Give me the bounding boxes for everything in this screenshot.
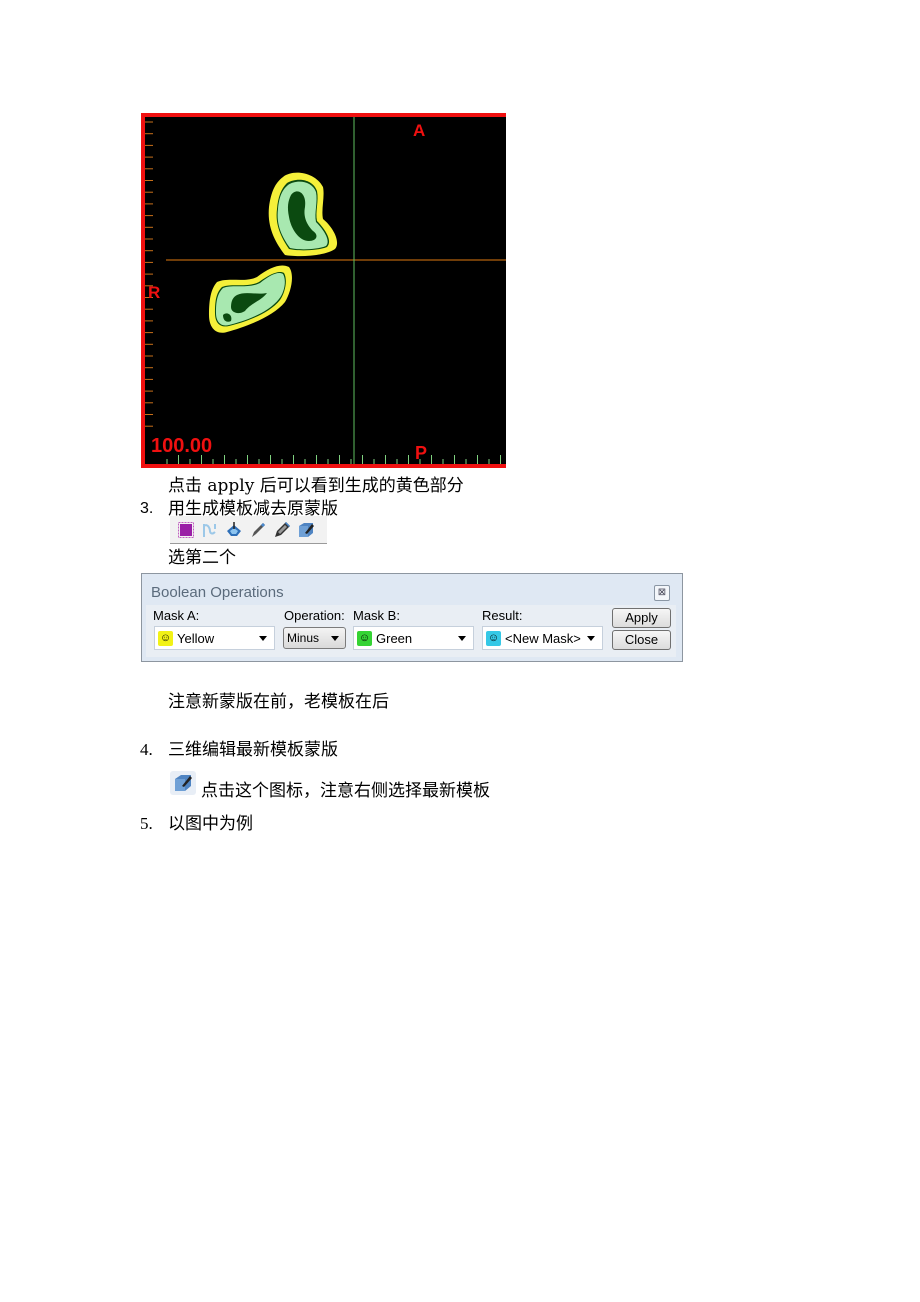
mask-face-icon: ☺ <box>357 630 372 646</box>
caption-after-apply: 点击 apply 后可以看到生成的黄色部分 <box>168 476 464 496</box>
mask-b-value: Green <box>376 630 413 646</box>
mask-a-value: Yellow <box>177 630 215 646</box>
3d-edit-icon[interactable] <box>296 520 316 540</box>
close-button[interactable]: Close <box>612 630 671 650</box>
mask-square-icon[interactable] <box>176 520 196 540</box>
step-4-number: 4. <box>140 740 153 759</box>
pencil-icon[interactable] <box>248 520 268 540</box>
3d-edit-icon <box>170 771 196 795</box>
bottom-ruler <box>166 455 501 464</box>
split-mask-icon[interactable] <box>200 520 220 540</box>
mask-region-upper <box>268 172 338 257</box>
choose-second-text: 选第二个 <box>168 548 236 568</box>
mask-viewer-image: A R P 100.00 <box>141 113 506 468</box>
orientation-label-anterior: A <box>413 121 426 140</box>
mask-region-lower <box>209 265 292 333</box>
orientation-label-right: R <box>148 283 161 302</box>
viewer-frame-bottom <box>145 464 506 468</box>
dialog-close-icon[interactable]: ⊠ <box>654 585 670 601</box>
mask-a-select[interactable]: ☺ Yellow <box>154 626 275 650</box>
chevron-down-icon <box>331 636 339 641</box>
scale-readout: 100.00 <box>151 435 213 457</box>
boolean-operations-dialog: Boolean Operations ⊠ Mask A: ☺ Yellow Op… <box>141 573 683 662</box>
operation-label: Operation: <box>284 608 345 623</box>
operation-value: Minus <box>287 631 320 645</box>
mask-toolbar <box>170 516 327 544</box>
orientation-label-posterior: P <box>415 443 428 463</box>
mask-b-select[interactable]: ☺ Green <box>353 626 474 650</box>
icon-instruction: 点击这个图标，注意右侧选择最新模板 <box>201 781 490 801</box>
step-5-title: 以图中为例 <box>168 814 253 834</box>
apply-button[interactable]: Apply <box>612 608 671 628</box>
dialog-body: Mask A: ☺ Yellow Operation: Minus Mask B… <box>146 605 676 657</box>
result-label: Result: <box>482 608 523 623</box>
result-select[interactable]: ☺ <New Mask> <box>482 626 603 650</box>
left-ruler <box>145 121 153 427</box>
chevron-down-icon <box>587 636 595 641</box>
chevron-down-icon <box>259 636 267 641</box>
thick-pencil-icon[interactable] <box>272 520 292 540</box>
chevron-down-icon <box>458 636 466 641</box>
operation-select[interactable]: Minus <box>283 627 346 649</box>
result-value: <New Mask> <box>505 630 581 646</box>
mask-b-label: Mask B: <box>353 608 400 623</box>
step-5-number: 5. <box>140 814 153 833</box>
note-mask-order: 注意新蒙版在前，老模板在后 <box>168 692 389 712</box>
mask-face-icon: ☺ <box>158 630 173 646</box>
dialog-title: Boolean Operations <box>151 584 284 601</box>
fill-bucket-icon[interactable] <box>224 520 244 540</box>
mask-face-icon: ☺ <box>486 630 501 646</box>
viewer-canvas <box>145 117 506 468</box>
step-4-title: 三维编辑最新模板蒙版 <box>168 740 338 760</box>
mask-a-label: Mask A: <box>153 608 200 623</box>
step-3-number: 3. <box>140 500 154 517</box>
